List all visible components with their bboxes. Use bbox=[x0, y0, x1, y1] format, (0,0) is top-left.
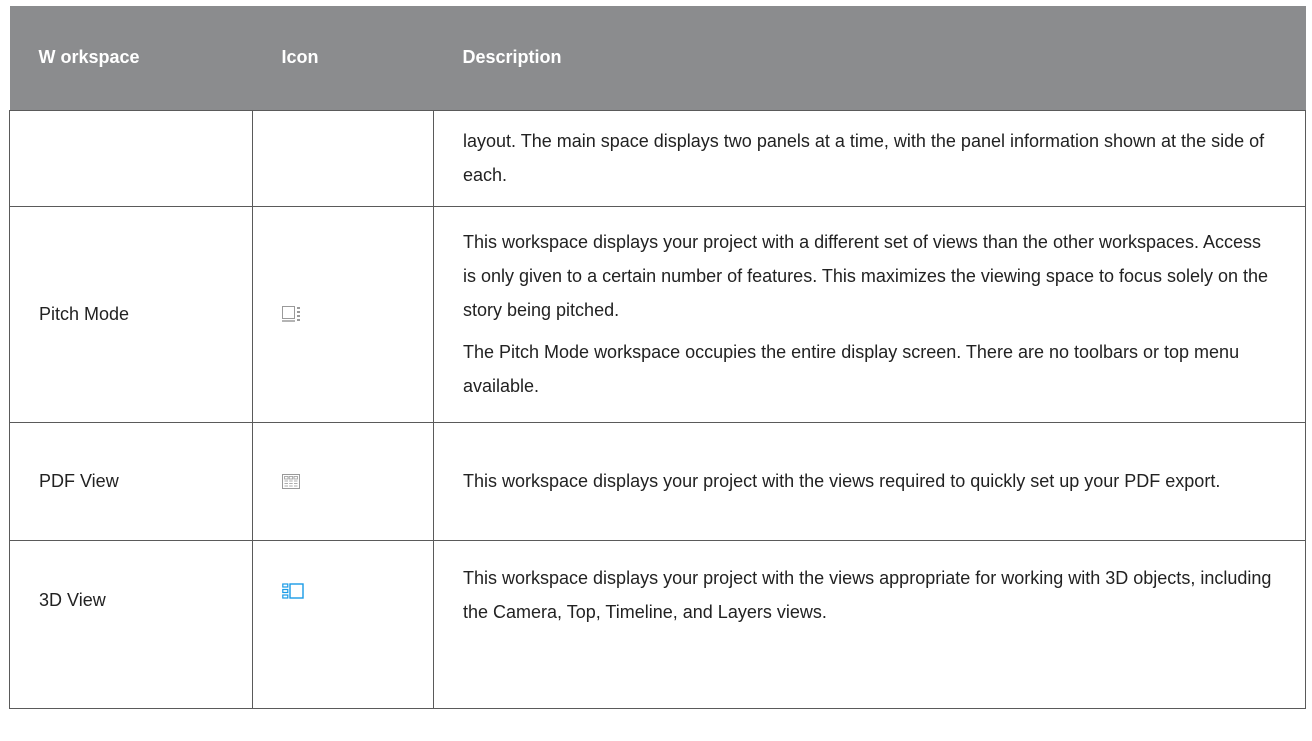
workspace-name bbox=[9, 109, 253, 207]
workspace-description: This workspace displays your project wit… bbox=[433, 205, 1306, 423]
3d-view-icon bbox=[282, 582, 405, 599]
workspace-name: PDF View bbox=[9, 421, 253, 541]
workspace-description: This workspace displays your project wit… bbox=[433, 539, 1306, 709]
icon-cell bbox=[252, 539, 434, 709]
pitch-mode-icon bbox=[282, 306, 405, 322]
table-row: layout. The main space displays two pane… bbox=[9, 109, 1306, 207]
table-row: PDF View This workspace displays your pr… bbox=[9, 421, 1306, 541]
workspace-name: Pitch Mode bbox=[9, 205, 253, 423]
workspace-name: 3D View bbox=[9, 539, 253, 709]
header-icon: Icon bbox=[252, 6, 434, 110]
icon-cell bbox=[252, 205, 434, 423]
workspaces-table: W orkspace Icon Description layout. The … bbox=[9, 6, 1306, 709]
header-workspace: W orkspace bbox=[9, 6, 253, 110]
table-row: 3D View This workspace displays your pro… bbox=[9, 539, 1306, 709]
icon-cell bbox=[252, 421, 434, 541]
workspace-description: This workspace displays your project wit… bbox=[433, 421, 1306, 541]
workspace-description: layout. The main space displays two pane… bbox=[433, 109, 1306, 207]
description-paragraph: layout. The main space displays two pane… bbox=[463, 131, 1265, 185]
description-paragraph: The Pitch Mode workspace occupies the en… bbox=[463, 342, 1240, 396]
header-description: Description bbox=[433, 6, 1306, 110]
description-paragraph: This workspace displays your project wit… bbox=[463, 567, 1272, 622]
table-row: Pitch Mode This workspace displays your … bbox=[9, 205, 1306, 423]
icon-cell bbox=[252, 109, 434, 207]
pdf-view-icon bbox=[282, 473, 405, 489]
description-paragraph: This workspace displays your project wit… bbox=[463, 232, 1269, 320]
description-paragraph: This workspace displays your project wit… bbox=[463, 471, 1221, 491]
table-header-row: W orkspace Icon Description bbox=[9, 6, 1306, 110]
